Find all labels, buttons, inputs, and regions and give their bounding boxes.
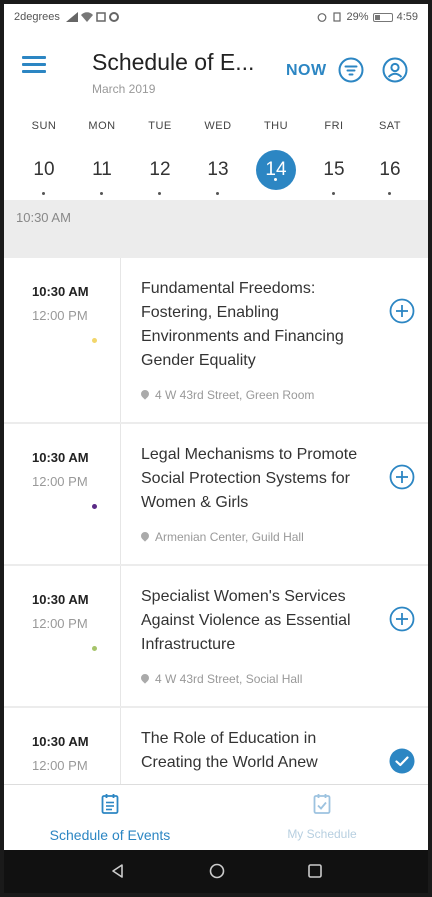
vibrate-icon — [332, 12, 341, 22]
event-start-time: 10:30 AM — [32, 734, 89, 749]
day-event-dot — [388, 192, 391, 195]
day-name: SUN — [31, 120, 57, 132]
event-track-dot — [92, 338, 97, 343]
event-time-column: 10:30 AM 12:00 PM — [4, 424, 120, 564]
day-name: TUE — [148, 120, 172, 132]
hamburger-icon-bar — [22, 70, 46, 73]
week-day-picker: SUN 10 MON 11 TUE 12 WED 13 THU 14 FRI 1… — [4, 112, 428, 200]
event-location-text: Armenian Center, Guild Hall — [155, 530, 304, 544]
home-icon[interactable] — [209, 863, 225, 879]
event-title: The Role of Education in Creating the Wo… — [141, 730, 318, 771]
signal-icon — [65, 12, 78, 22]
app-screen: 2degrees 29% 4:59 Schedule of E... March… — [4, 4, 428, 893]
location-pin-icon — [139, 672, 151, 684]
hamburger-icon — [22, 56, 46, 59]
sync-icon — [108, 12, 119, 22]
status-right: 29% 4:59 — [317, 11, 418, 23]
calendar-check-icon — [313, 794, 331, 814]
event-end-time: 12:00 PM — [32, 758, 88, 773]
day-number: 11 — [92, 159, 112, 180]
wifi-icon — [80, 12, 93, 22]
event-location: 4 W 43rd Street, Social Hall — [139, 672, 303, 686]
app-header: Schedule of E... March 2019 NOW — [4, 30, 428, 112]
day-number: 10 — [33, 159, 55, 180]
filter-icon[interactable] — [338, 57, 364, 83]
day-name: FRI — [324, 120, 344, 132]
event-location: 4 W 43rd Street, Green Room — [139, 388, 315, 402]
event-card[interactable]: Legal Mechanisms to Promote Social Prote… — [120, 424, 428, 564]
sim-icon — [96, 12, 106, 22]
system-navigation-bar — [4, 850, 428, 893]
now-button[interactable]: NOW — [286, 62, 327, 80]
event-title: Legal Mechanisms to Promote Social Prote… — [141, 446, 358, 511]
carrier-label: 2degrees — [14, 11, 60, 23]
day-number: 12 — [149, 159, 171, 180]
event-location-text: 4 W 43rd Street, Green Room — [155, 388, 315, 402]
day-event-dot — [42, 192, 45, 195]
profile-icon[interactable] — [382, 57, 408, 83]
bottom-navigation: Schedule of Events My Schedule — [4, 784, 428, 850]
day-number: 16 — [379, 159, 401, 180]
event-item[interactable]: 10:30 AM 12:00 PM Specialist Women's Ser… — [4, 566, 428, 706]
status-bar: 2degrees 29% 4:59 — [4, 4, 428, 30]
back-icon[interactable] — [110, 863, 126, 879]
event-location: Armenian Center, Guild Hall — [139, 530, 304, 544]
time-section-header: 10:30 AM — [4, 200, 428, 236]
calendar-list-icon — [101, 794, 119, 814]
tab-label: Schedule of Events — [49, 827, 171, 843]
alarm-icon — [317, 13, 326, 22]
hamburger-icon-bar — [22, 63, 46, 66]
event-time-column: 10:30 AM 12:00 PM — [4, 708, 120, 784]
event-card[interactable]: Specialist Women's Services Against Viol… — [120, 566, 428, 706]
day-number: 15 — [323, 159, 345, 180]
status-icons — [65, 12, 119, 22]
event-title: Specialist Women's Services Against Viol… — [141, 588, 351, 653]
day-event-dot — [332, 192, 335, 195]
event-end-time: 12:00 PM — [32, 474, 88, 489]
day-name: THU — [263, 120, 289, 132]
recents-icon[interactable] — [307, 863, 323, 879]
page-title: Schedule of E... — [92, 49, 255, 75]
event-time-column: 10:30 AM 12:00 PM — [4, 258, 120, 422]
day-name: MON — [88, 120, 116, 132]
event-end-time: 12:00 PM — [32, 616, 88, 631]
clock-time: 4:59 — [396, 11, 418, 23]
add-event-button[interactable] — [389, 606, 415, 632]
event-item[interactable]: 10:30 AM 12:00 PM Fundamental Freedoms: … — [4, 258, 428, 422]
day-event-dot — [216, 192, 219, 195]
battery-icon — [372, 12, 393, 22]
event-item[interactable]: 10:30 AM 12:00 PM The Role of Education … — [4, 708, 428, 784]
added-checkmark-button[interactable] — [389, 748, 415, 774]
tab-schedule-of-events[interactable]: Schedule of Events — [4, 785, 216, 851]
event-track-dot — [92, 646, 97, 651]
event-item[interactable]: 10:30 AM 12:00 PM Legal Mechanisms to Pr… — [4, 424, 428, 564]
add-event-button[interactable] — [389, 298, 415, 324]
location-pin-icon — [139, 530, 151, 542]
event-time-column: 10:30 AM 12:00 PM — [4, 566, 120, 706]
tab-label: My Schedule — [287, 827, 357, 841]
day-event-dot — [158, 192, 161, 195]
day-event-dot — [274, 178, 277, 181]
location-pin-icon — [139, 388, 151, 400]
day-number: 13 — [207, 159, 229, 180]
event-title: Fundamental Freedoms: Fostering, Enablin… — [141, 280, 344, 369]
event-card[interactable]: The Role of Education in Creating the Wo… — [120, 708, 428, 784]
event-start-time: 10:30 AM — [32, 592, 89, 607]
day-event-dot — [100, 192, 103, 195]
event-start-time: 10:30 AM — [32, 450, 89, 465]
menu-button[interactable] — [22, 56, 46, 74]
event-location-text: 4 W 43rd Street, Social Hall — [155, 672, 303, 686]
event-start-time: 10:30 AM — [32, 284, 89, 299]
battery-percent: 29% — [346, 11, 369, 23]
month-subtitle: March 2019 — [92, 82, 156, 96]
add-event-button[interactable] — [389, 464, 415, 490]
day-name: WED — [204, 120, 232, 132]
tab-my-schedule[interactable]: My Schedule — [216, 785, 428, 851]
day-number-selected: 14 — [256, 150, 296, 190]
day-name: SAT — [378, 120, 402, 132]
event-track-dot — [92, 504, 97, 509]
event-end-time: 12:00 PM — [32, 308, 88, 323]
event-card[interactable]: Fundamental Freedoms: Fostering, Enablin… — [120, 258, 428, 422]
